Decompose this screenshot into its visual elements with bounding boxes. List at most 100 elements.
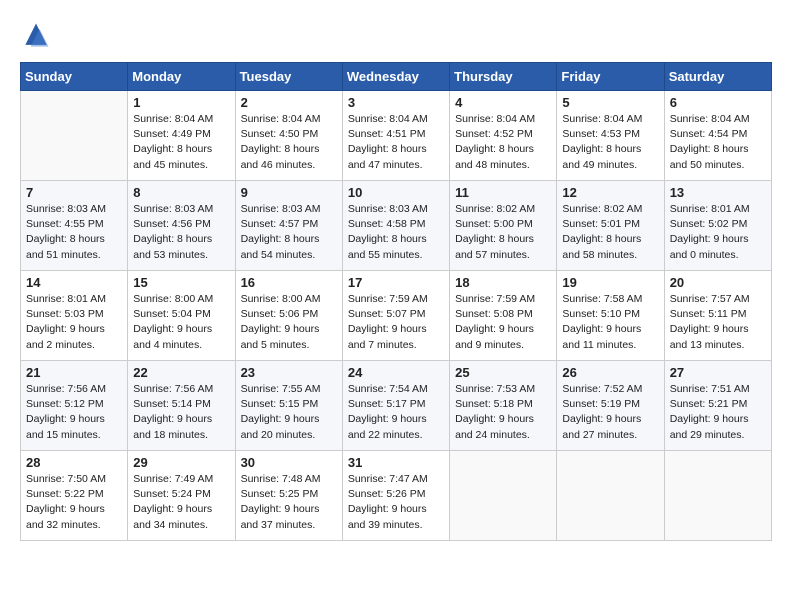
day-info: Sunrise: 8:03 AMSunset: 4:57 PMDaylight:… [241, 202, 337, 263]
day-info: Sunrise: 8:02 AMSunset: 5:01 PMDaylight:… [562, 202, 658, 263]
calendar-cell: 17 Sunrise: 7:59 AMSunset: 5:07 PMDaylig… [342, 271, 449, 361]
calendar-cell: 3 Sunrise: 8:04 AMSunset: 4:51 PMDayligh… [342, 91, 449, 181]
calendar-cell [450, 451, 557, 541]
weekday-header-friday: Friday [557, 63, 664, 91]
weekday-header-tuesday: Tuesday [235, 63, 342, 91]
day-info: Sunrise: 8:02 AMSunset: 5:00 PMDaylight:… [455, 202, 551, 263]
day-info: Sunrise: 7:55 AMSunset: 5:15 PMDaylight:… [241, 382, 337, 443]
day-number: 24 [348, 365, 444, 380]
day-number: 17 [348, 275, 444, 290]
day-number: 3 [348, 95, 444, 110]
day-info: Sunrise: 8:04 AMSunset: 4:53 PMDaylight:… [562, 112, 658, 173]
day-info: Sunrise: 7:57 AMSunset: 5:11 PMDaylight:… [670, 292, 766, 353]
day-number: 22 [133, 365, 229, 380]
day-info: Sunrise: 8:03 AMSunset: 4:55 PMDaylight:… [26, 202, 122, 263]
calendar-cell: 11 Sunrise: 8:02 AMSunset: 5:00 PMDaylig… [450, 181, 557, 271]
calendar-cell: 12 Sunrise: 8:02 AMSunset: 5:01 PMDaylig… [557, 181, 664, 271]
calendar-cell: 18 Sunrise: 7:59 AMSunset: 5:08 PMDaylig… [450, 271, 557, 361]
calendar-cell: 19 Sunrise: 7:58 AMSunset: 5:10 PMDaylig… [557, 271, 664, 361]
day-info: Sunrise: 8:04 AMSunset: 4:52 PMDaylight:… [455, 112, 551, 173]
day-info: Sunrise: 7:54 AMSunset: 5:17 PMDaylight:… [348, 382, 444, 443]
calendar-cell: 8 Sunrise: 8:03 AMSunset: 4:56 PMDayligh… [128, 181, 235, 271]
day-number: 5 [562, 95, 658, 110]
calendar-cell [557, 451, 664, 541]
day-info: Sunrise: 8:03 AMSunset: 4:58 PMDaylight:… [348, 202, 444, 263]
calendar-cell: 22 Sunrise: 7:56 AMSunset: 5:14 PMDaylig… [128, 361, 235, 451]
day-number: 9 [241, 185, 337, 200]
day-number: 7 [26, 185, 122, 200]
day-number: 18 [455, 275, 551, 290]
day-info: Sunrise: 7:59 AMSunset: 5:07 PMDaylight:… [348, 292, 444, 353]
day-number: 8 [133, 185, 229, 200]
logo-icon [20, 20, 52, 52]
day-info: Sunrise: 8:01 AMSunset: 5:02 PMDaylight:… [670, 202, 766, 263]
day-number: 2 [241, 95, 337, 110]
day-info: Sunrise: 7:56 AMSunset: 5:12 PMDaylight:… [26, 382, 122, 443]
weekday-header-sunday: Sunday [21, 63, 128, 91]
calendar-cell: 24 Sunrise: 7:54 AMSunset: 5:17 PMDaylig… [342, 361, 449, 451]
day-number: 20 [670, 275, 766, 290]
calendar-cell: 31 Sunrise: 7:47 AMSunset: 5:26 PMDaylig… [342, 451, 449, 541]
calendar-week-row: 28 Sunrise: 7:50 AMSunset: 5:22 PMDaylig… [21, 451, 772, 541]
calendar-cell: 13 Sunrise: 8:01 AMSunset: 5:02 PMDaylig… [664, 181, 771, 271]
calendar-cell: 6 Sunrise: 8:04 AMSunset: 4:54 PMDayligh… [664, 91, 771, 181]
calendar-cell: 23 Sunrise: 7:55 AMSunset: 5:15 PMDaylig… [235, 361, 342, 451]
calendar-cell: 4 Sunrise: 8:04 AMSunset: 4:52 PMDayligh… [450, 91, 557, 181]
calendar-cell: 25 Sunrise: 7:53 AMSunset: 5:18 PMDaylig… [450, 361, 557, 451]
weekday-header-saturday: Saturday [664, 63, 771, 91]
day-number: 1 [133, 95, 229, 110]
day-info: Sunrise: 7:53 AMSunset: 5:18 PMDaylight:… [455, 382, 551, 443]
day-info: Sunrise: 7:52 AMSunset: 5:19 PMDaylight:… [562, 382, 658, 443]
day-info: Sunrise: 7:48 AMSunset: 5:25 PMDaylight:… [241, 472, 337, 533]
calendar-cell: 14 Sunrise: 8:01 AMSunset: 5:03 PMDaylig… [21, 271, 128, 361]
day-info: Sunrise: 8:04 AMSunset: 4:54 PMDaylight:… [670, 112, 766, 173]
calendar-cell: 7 Sunrise: 8:03 AMSunset: 4:55 PMDayligh… [21, 181, 128, 271]
calendar-week-row: 1 Sunrise: 8:04 AMSunset: 4:49 PMDayligh… [21, 91, 772, 181]
calendar-cell: 20 Sunrise: 7:57 AMSunset: 5:11 PMDaylig… [664, 271, 771, 361]
calendar-week-row: 7 Sunrise: 8:03 AMSunset: 4:55 PMDayligh… [21, 181, 772, 271]
day-number: 30 [241, 455, 337, 470]
weekday-header-wednesday: Wednesday [342, 63, 449, 91]
day-number: 31 [348, 455, 444, 470]
day-info: Sunrise: 7:58 AMSunset: 5:10 PMDaylight:… [562, 292, 658, 353]
calendar-cell: 29 Sunrise: 7:49 AMSunset: 5:24 PMDaylig… [128, 451, 235, 541]
day-info: Sunrise: 7:49 AMSunset: 5:24 PMDaylight:… [133, 472, 229, 533]
day-number: 12 [562, 185, 658, 200]
day-info: Sunrise: 7:50 AMSunset: 5:22 PMDaylight:… [26, 472, 122, 533]
day-number: 11 [455, 185, 551, 200]
calendar-cell: 15 Sunrise: 8:00 AMSunset: 5:04 PMDaylig… [128, 271, 235, 361]
calendar-cell: 16 Sunrise: 8:00 AMSunset: 5:06 PMDaylig… [235, 271, 342, 361]
calendar-cell: 1 Sunrise: 8:04 AMSunset: 4:49 PMDayligh… [128, 91, 235, 181]
weekday-header-monday: Monday [128, 63, 235, 91]
day-number: 4 [455, 95, 551, 110]
day-info: Sunrise: 8:04 AMSunset: 4:50 PMDaylight:… [241, 112, 337, 173]
day-number: 26 [562, 365, 658, 380]
day-number: 13 [670, 185, 766, 200]
day-number: 10 [348, 185, 444, 200]
day-info: Sunrise: 7:56 AMSunset: 5:14 PMDaylight:… [133, 382, 229, 443]
calendar-cell: 21 Sunrise: 7:56 AMSunset: 5:12 PMDaylig… [21, 361, 128, 451]
page-header [20, 20, 772, 52]
day-number: 14 [26, 275, 122, 290]
day-info: Sunrise: 8:00 AMSunset: 5:04 PMDaylight:… [133, 292, 229, 353]
calendar-cell [21, 91, 128, 181]
day-number: 16 [241, 275, 337, 290]
weekday-header-row: SundayMondayTuesdayWednesdayThursdayFrid… [21, 63, 772, 91]
calendar-week-row: 14 Sunrise: 8:01 AMSunset: 5:03 PMDaylig… [21, 271, 772, 361]
calendar-week-row: 21 Sunrise: 7:56 AMSunset: 5:12 PMDaylig… [21, 361, 772, 451]
day-number: 6 [670, 95, 766, 110]
calendar-cell [664, 451, 771, 541]
day-info: Sunrise: 8:04 AMSunset: 4:49 PMDaylight:… [133, 112, 229, 173]
logo [20, 20, 56, 52]
calendar-cell: 10 Sunrise: 8:03 AMSunset: 4:58 PMDaylig… [342, 181, 449, 271]
day-number: 15 [133, 275, 229, 290]
day-number: 29 [133, 455, 229, 470]
calendar-table: SundayMondayTuesdayWednesdayThursdayFrid… [20, 62, 772, 541]
day-info: Sunrise: 8:00 AMSunset: 5:06 PMDaylight:… [241, 292, 337, 353]
calendar-cell: 2 Sunrise: 8:04 AMSunset: 4:50 PMDayligh… [235, 91, 342, 181]
day-info: Sunrise: 8:04 AMSunset: 4:51 PMDaylight:… [348, 112, 444, 173]
day-info: Sunrise: 8:01 AMSunset: 5:03 PMDaylight:… [26, 292, 122, 353]
day-number: 21 [26, 365, 122, 380]
day-number: 25 [455, 365, 551, 380]
calendar-cell: 9 Sunrise: 8:03 AMSunset: 4:57 PMDayligh… [235, 181, 342, 271]
